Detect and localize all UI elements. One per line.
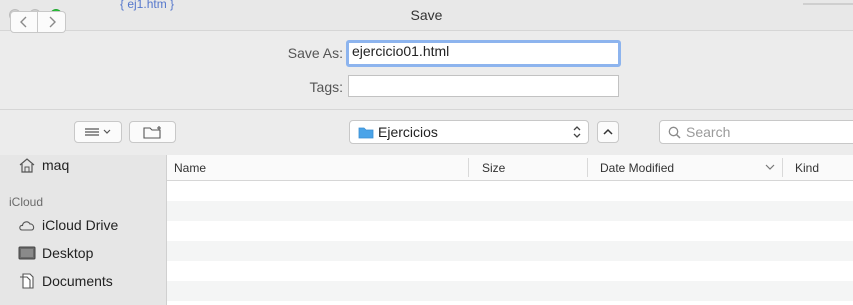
column-header-row: Name Size Date Modified Kind <box>167 155 853 181</box>
expand-collapse-button[interactable] <box>597 121 619 143</box>
sidebar-item-label: iCloud Drive <box>42 217 119 233</box>
sidebar-section-icloud: iCloud <box>9 195 44 209</box>
table-row <box>167 221 853 241</box>
save-as-input[interactable]: ejercicio01.html <box>346 40 621 67</box>
column-separator[interactable] <box>587 158 588 177</box>
column-header-size[interactable]: Size <box>482 161 505 175</box>
file-list: Name Size Date Modified Kind <box>167 155 853 305</box>
sort-chevron-down-icon <box>765 161 775 175</box>
sidebar-item-desktop[interactable]: Desktop <box>18 245 93 261</box>
folder-icon <box>358 126 374 142</box>
table-row <box>167 281 853 301</box>
sidebar-item-documents[interactable]: Documents <box>18 273 113 289</box>
table-row <box>167 201 853 221</box>
up-down-chevron-icon <box>572 124 582 143</box>
column-header-name[interactable]: Name <box>174 161 206 175</box>
chevron-right-icon <box>49 16 56 28</box>
save-as-label: Save As: <box>287 45 343 61</box>
search-field[interactable]: Search <box>659 120 853 144</box>
sidebar: maq iCloud iCloud Drive Desktop Document… <box>0 155 167 305</box>
column-separator[interactable] <box>782 158 783 177</box>
back-button[interactable] <box>10 11 38 33</box>
new-folder-icon <box>142 126 161 139</box>
sidebar-item-label: Documents <box>42 273 113 289</box>
list-view-icon <box>85 128 111 136</box>
back-forward-control <box>10 11 66 33</box>
search-placeholder: Search <box>686 124 731 140</box>
location-label: Ejercicios <box>378 124 438 140</box>
column-separator[interactable] <box>468 158 469 177</box>
sidebar-item-home[interactable]: maq <box>18 157 69 173</box>
column-header-date-modified[interactable]: Date Modified <box>600 161 674 175</box>
search-icon <box>668 126 681 142</box>
column-header-kind[interactable]: Kind <box>795 161 819 175</box>
document-icon <box>20 273 34 289</box>
save-form: Save As: ejercicio01.html Tags: <box>0 31 853 110</box>
home-icon <box>19 158 35 173</box>
cloud-icon <box>19 221 35 231</box>
location-selector[interactable]: Ejercicios <box>349 120 589 144</box>
window-title: Save <box>410 7 443 23</box>
table-row <box>167 261 853 281</box>
table-row <box>167 241 853 261</box>
forward-button[interactable] <box>38 11 66 33</box>
tags-input[interactable] <box>348 75 619 97</box>
view-options-button[interactable] <box>74 121 122 143</box>
new-folder-button[interactable] <box>129 121 176 143</box>
tags-label: Tags: <box>309 79 343 95</box>
table-row <box>167 181 853 201</box>
title-bar: { ej1.htm } Save <box>0 0 853 31</box>
chevron-up-icon <box>603 128 613 135</box>
sidebar-item-label: maq <box>42 157 70 173</box>
sidebar-item-label: Desktop <box>42 245 94 261</box>
titlebar-divider <box>803 3 853 5</box>
sidebar-item-icloud-drive[interactable]: iCloud Drive <box>18 217 118 233</box>
chevron-left-icon <box>20 16 27 28</box>
desktop-icon <box>18 246 36 260</box>
